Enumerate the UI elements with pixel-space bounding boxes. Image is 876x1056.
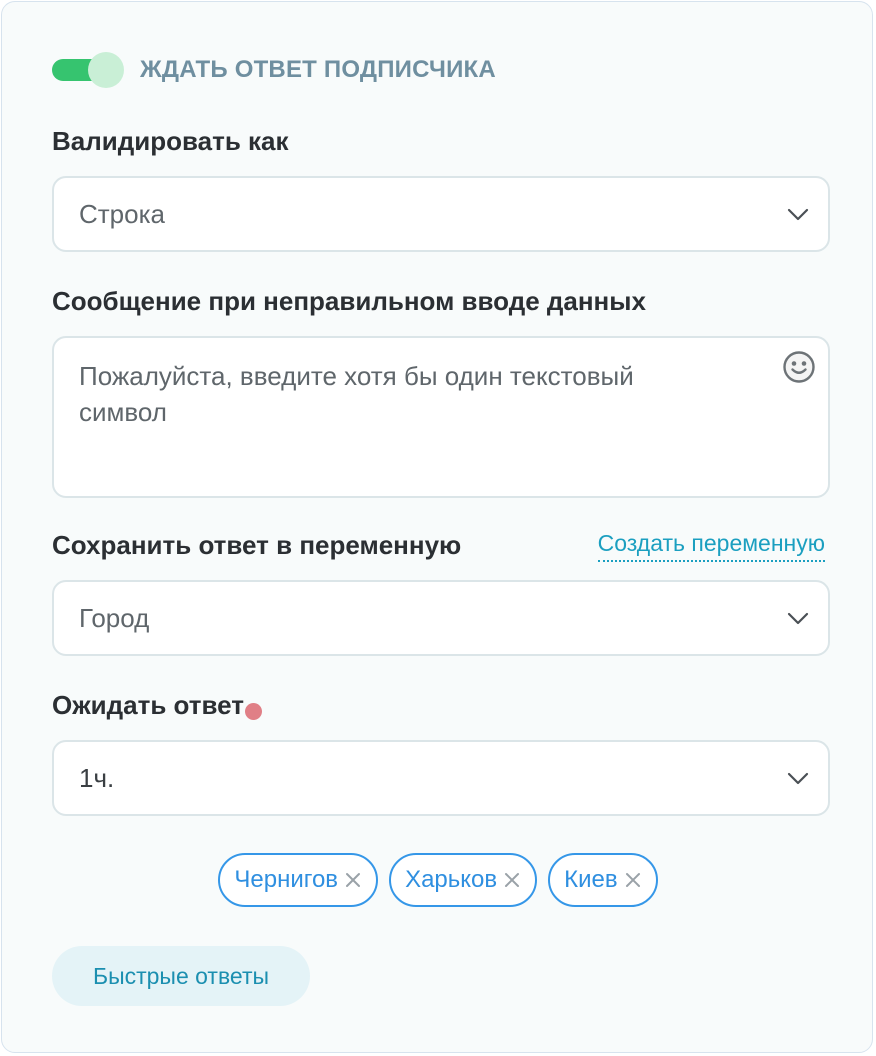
chevron-down-icon: [787, 612, 809, 625]
close-icon[interactable]: [503, 871, 521, 889]
wait-reply-select[interactable]: 1ч.: [52, 740, 830, 816]
wait-for-reply-toggle-row: ЖДАТЬ ОТВЕТ ПОДПИСЧИКА: [52, 52, 496, 88]
quick-replies-button-label: Быстрые ответы: [92, 962, 270, 989]
toggle-knob: [88, 52, 124, 88]
chip-label: Чернигов: [234, 866, 339, 893]
create-variable-link[interactable]: Создать переменную: [597, 530, 825, 562]
wait-reply-label-row: Ожидать ответ: [52, 690, 263, 721]
validate-as-value: Строка: [79, 199, 166, 229]
error-message-textarea[interactable]: Пожалуйста, введите хотя бы один текстов…: [52, 336, 830, 498]
chevron-down-icon: [787, 208, 809, 221]
required-indicator-dot: [245, 703, 263, 720]
chip-kharkov[interactable]: Харьков: [389, 853, 538, 907]
close-icon[interactable]: [344, 871, 362, 889]
chip-chernigov[interactable]: Чернигов: [218, 853, 379, 907]
validate-as-label: Валидировать как: [52, 126, 289, 156]
chip-label: Киев: [564, 866, 618, 893]
wait-for-reply-toggle[interactable]: [52, 52, 124, 88]
quick-reply-chips: Чернигов Харьков Киев: [2, 853, 874, 907]
chip-label: Харьков: [405, 866, 498, 893]
wait-reply-label: Ожидать ответ: [52, 690, 245, 720]
save-to-variable-label: Сохранить ответ в переменную: [52, 530, 462, 560]
close-icon[interactable]: [624, 871, 642, 889]
wait-for-reply-label: ЖДАТЬ ОТВЕТ ПОДПИСЧИКА: [140, 56, 496, 83]
error-message-text: Пожалуйста, введите хотя бы один текстов…: [79, 361, 634, 427]
emoji-icon[interactable]: [782, 350, 816, 384]
chip-kiev[interactable]: Киев: [548, 853, 658, 907]
quick-replies-button[interactable]: Быстрые ответы: [52, 946, 310, 1006]
save-variable-value: Город: [79, 603, 150, 633]
chevron-down-icon: [787, 772, 809, 785]
wait-reply-value: 1ч.: [79, 763, 115, 793]
validate-as-select[interactable]: Строка: [52, 176, 830, 252]
error-message-label: Сообщение при неправильном вводе данных: [52, 286, 646, 316]
bot-step-settings-panel: ЖДАТЬ ОТВЕТ ПОДПИСЧИКА Валидировать как …: [1, 1, 873, 1053]
save-variable-select[interactable]: Город: [52, 580, 830, 656]
